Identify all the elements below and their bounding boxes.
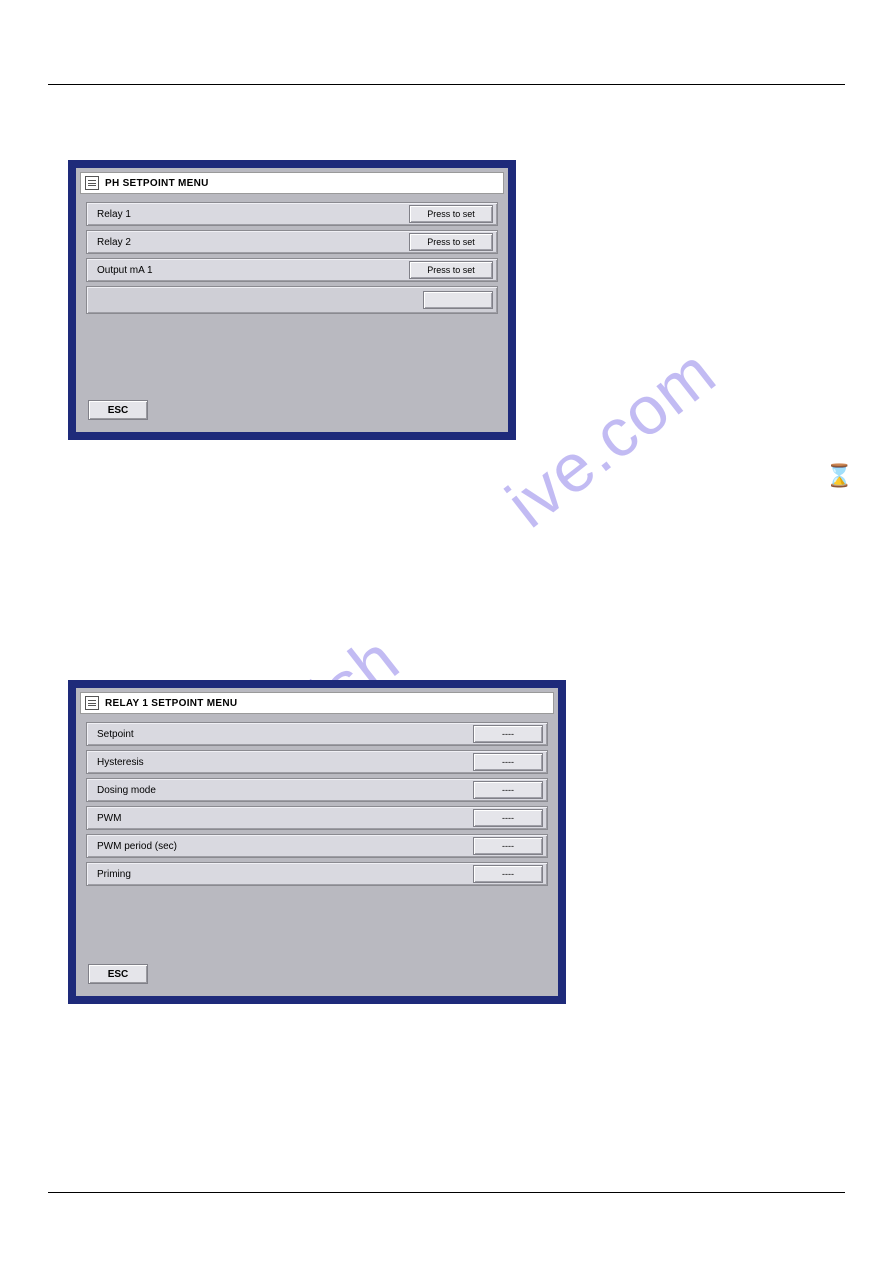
value-button[interactable]: ---- (473, 809, 543, 827)
panel-title-bar: RELAY 1 SETPOINT MENU (80, 692, 554, 714)
esc-button[interactable]: ESC (88, 964, 148, 984)
esc-row: ESC (88, 400, 148, 421)
row-label: Hysteresis (97, 757, 144, 768)
row-relay1[interactable]: Relay 1 Press to set (86, 202, 498, 226)
panel-title: PH SETPOINT MENU (105, 178, 209, 189)
row-label: Dosing mode (97, 785, 156, 796)
page-rule-bottom (48, 1192, 845, 1193)
row-relay2[interactable]: Relay 2 Press to set (86, 230, 498, 254)
row-hysteresis[interactable]: Hysteresis ---- (86, 750, 548, 774)
press-to-set-button[interactable]: Press to set (409, 261, 493, 279)
row-pwm[interactable]: PWM ---- (86, 806, 548, 830)
menu-icon (85, 696, 99, 710)
value-button[interactable]: ---- (473, 781, 543, 799)
press-to-set-button[interactable]: Press to set (409, 233, 493, 251)
row-label: PWM (97, 813, 121, 824)
value-button[interactable]: ---- (473, 753, 543, 771)
blank-button (423, 291, 493, 309)
panel-title: RELAY 1 SETPOINT MENU (105, 698, 237, 709)
esc-row: ESC (88, 964, 148, 985)
esc-button[interactable]: ESC (88, 400, 148, 420)
menu-icon (85, 176, 99, 190)
panel1-rows: Relay 1 Press to set Relay 2 Press to se… (76, 202, 508, 314)
row-label: Relay 1 (97, 209, 131, 220)
row-pwm-period[interactable]: PWM period (sec) ---- (86, 834, 548, 858)
row-label: Setpoint (97, 729, 134, 740)
row-label: Relay 2 (97, 237, 131, 248)
value-button[interactable]: ---- (473, 725, 543, 743)
relay1-setpoint-menu-panel: RELAY 1 SETPOINT MENU Setpoint ---- Hyst… (68, 680, 566, 1004)
press-to-set-button[interactable]: Press to set (409, 205, 493, 223)
value-button[interactable]: ---- (473, 837, 543, 855)
row-setpoint[interactable]: Setpoint ---- (86, 722, 548, 746)
watermark-part2: ive.com (492, 333, 730, 543)
row-label: Output mA 1 (97, 265, 153, 276)
page-rule-top (48, 84, 845, 85)
row-priming[interactable]: Priming ---- (86, 862, 548, 886)
ph-setpoint-menu-panel: PH SETPOINT MENU Relay 1 Press to set Re… (68, 160, 516, 440)
row-output-ma1[interactable]: Output mA 1 Press to set (86, 258, 498, 282)
hourglass-icon: ⌛ (826, 463, 853, 489)
row-blank (86, 286, 498, 314)
panel2-rows: Setpoint ---- Hysteresis ---- Dosing mod… (76, 722, 558, 886)
panel-title-bar: PH SETPOINT MENU (80, 172, 504, 194)
row-label: PWM period (sec) (97, 841, 177, 852)
row-label: Priming (97, 869, 131, 880)
row-dosing-mode[interactable]: Dosing mode ---- (86, 778, 548, 802)
value-button[interactable]: ---- (473, 865, 543, 883)
